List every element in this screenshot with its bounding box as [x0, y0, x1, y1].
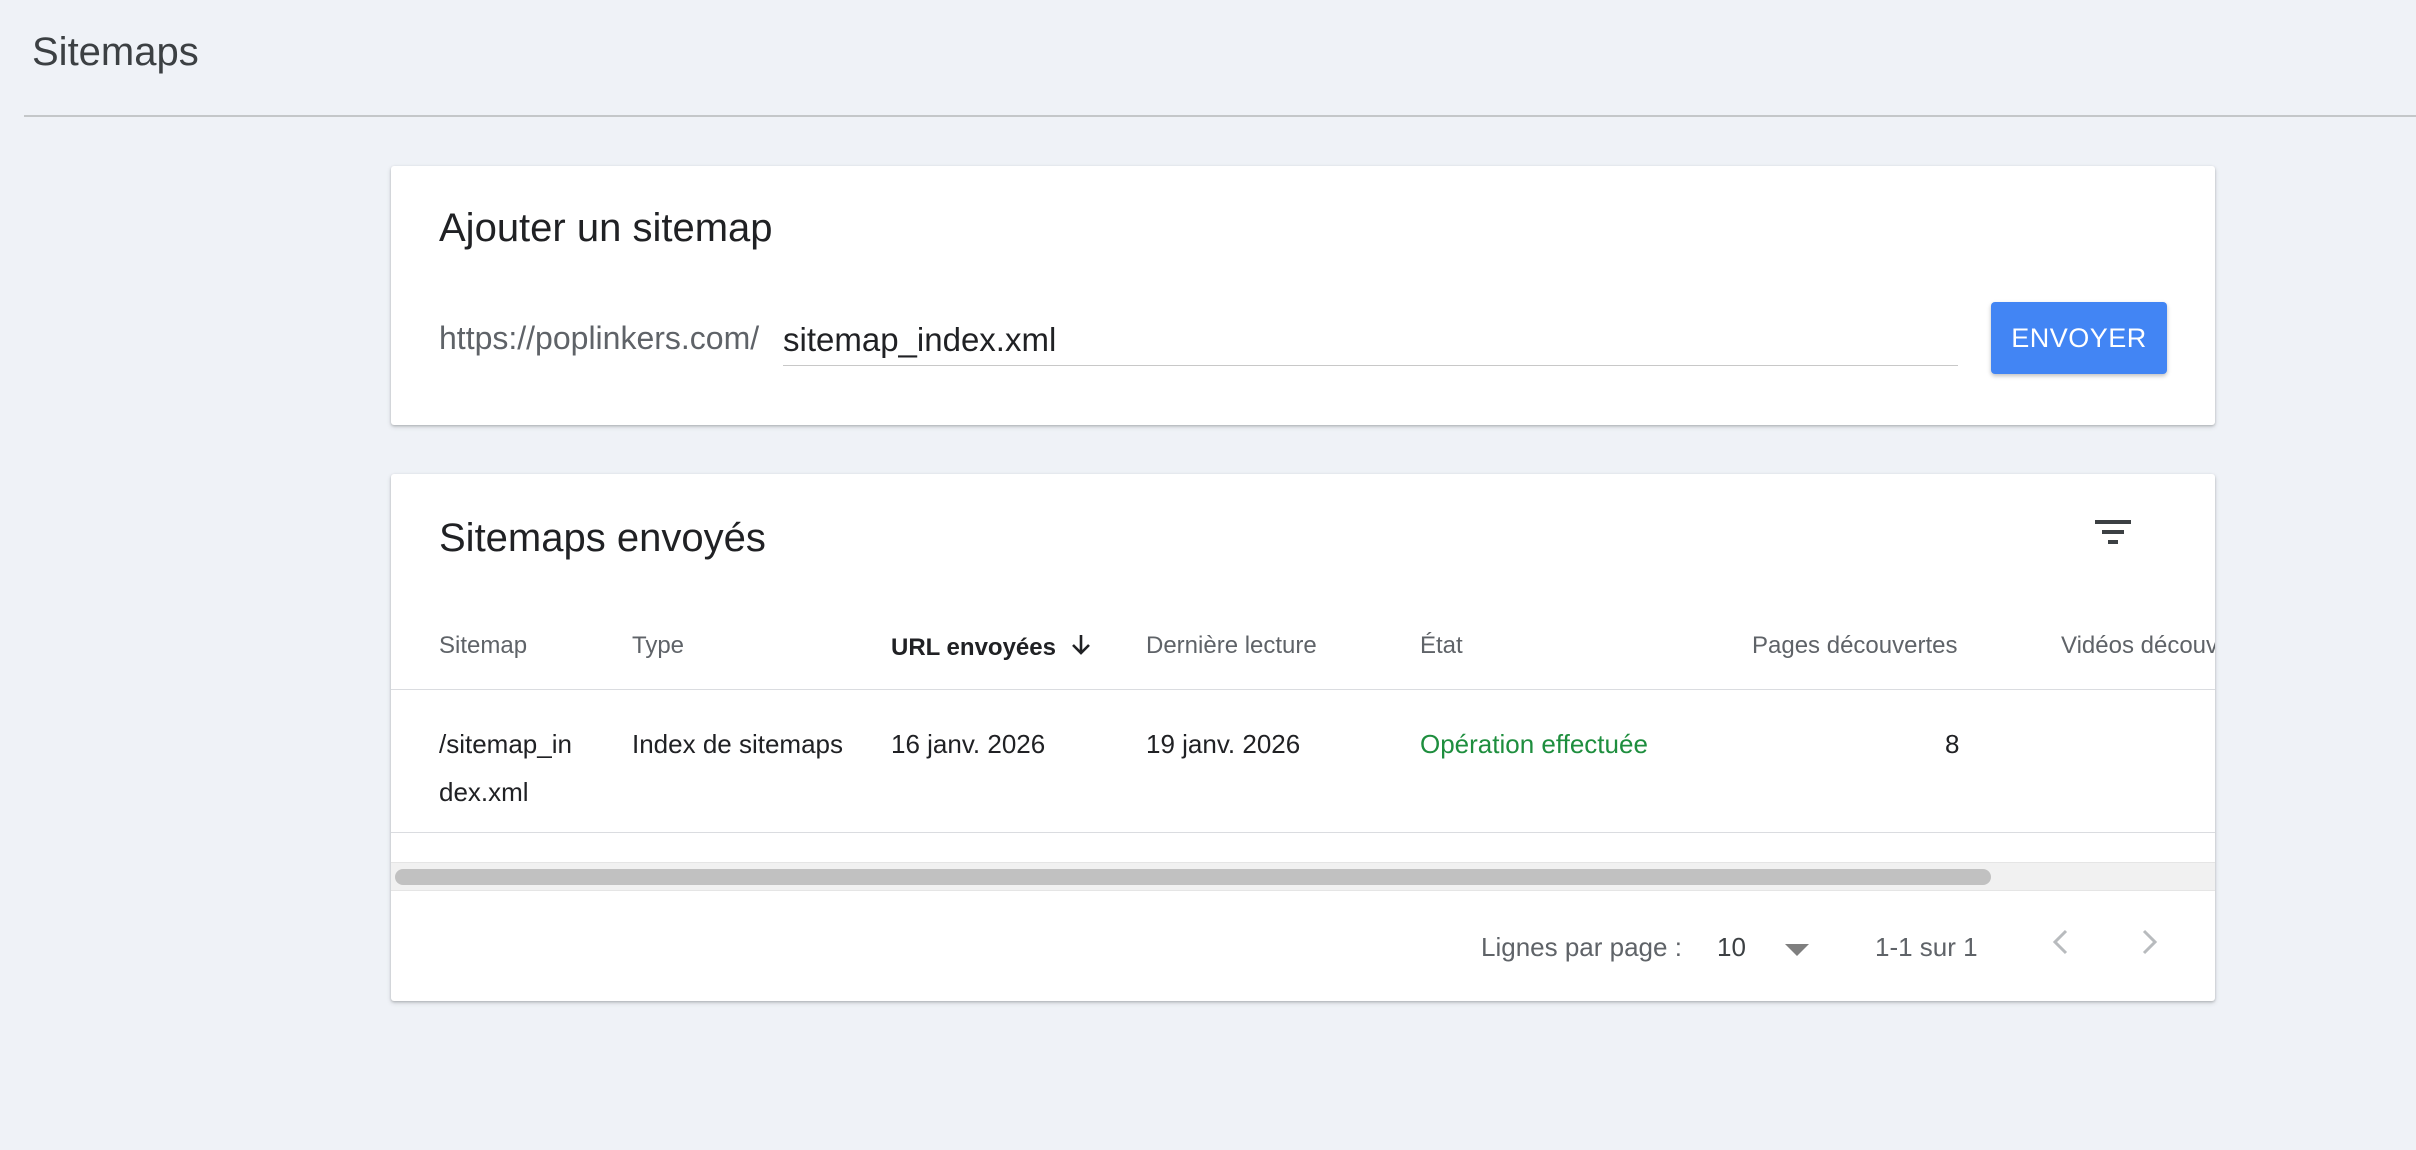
add-sitemap-card: Ajouter un sitemap https://poplinkers.co…	[391, 166, 2215, 425]
chevron-right-icon	[2142, 929, 2158, 955]
previous-page-button[interactable]	[2037, 918, 2085, 966]
column-header-submitted-label: URL envoyées	[891, 633, 1056, 661]
table-row[interactable]: /sitemap_in dex.xml Index de sitemaps 16…	[391, 690, 2215, 833]
submitted-sitemaps-title: Sitemaps envoyés	[439, 516, 766, 560]
cell-sitemap-line1: /sitemap_in	[439, 729, 572, 759]
column-header-sitemap[interactable]: Sitemap	[439, 632, 527, 660]
cell-submitted: 16 janv. 2026	[891, 729, 1046, 759]
rows-per-page-value: 10	[1717, 932, 1746, 962]
column-header-type[interactable]: Type	[632, 632, 684, 660]
next-page-button[interactable]	[2125, 918, 2173, 966]
cell-status: Opération effectuée	[1420, 729, 1648, 759]
cell-pages-discovered: 8	[1945, 729, 1960, 759]
cell-type: Index de sitemaps	[632, 729, 844, 759]
sitemap-url-input[interactable]	[783, 314, 1958, 366]
chevron-left-icon	[2052, 929, 2068, 955]
filter-list-icon	[2095, 520, 2131, 544]
column-header-videos-discovered[interactable]: Vidéos découv	[2061, 632, 2215, 660]
column-header-pages-discovered[interactable]: Pages découvertes	[1752, 632, 1957, 660]
filter-button[interactable]	[2087, 508, 2139, 560]
url-prefix: https://poplinkers.com/	[439, 320, 760, 356]
page-title: Sitemaps	[32, 30, 199, 74]
cell-last-read: 19 janv. 2026	[1146, 729, 1301, 759]
add-sitemap-title: Ajouter un sitemap	[439, 206, 773, 250]
arrow-down-icon	[1068, 632, 1094, 665]
rows-per-page-select[interactable]: 10	[1717, 924, 1827, 970]
submit-sitemap-button[interactable]: ENVOYER	[1991, 302, 2167, 374]
horizontal-scrollbar[interactable]	[391, 862, 2215, 891]
page-range: 1-1 sur 1	[1875, 932, 1978, 962]
column-header-last-read[interactable]: Dernière lecture	[1146, 632, 1317, 660]
submitted-sitemaps-card: Sitemaps envoyés Sitemap Type URL envoyé…	[391, 474, 2215, 1001]
dropdown-arrow-icon	[1785, 944, 1809, 956]
table-header-row: Sitemap Type URL envoyées Dernière lectu…	[391, 632, 2215, 690]
rows-per-page-label: Lignes par page :	[1481, 932, 1682, 962]
column-header-submitted[interactable]: URL envoyées	[891, 632, 1094, 665]
scrollbar-thumb[interactable]	[395, 869, 1991, 885]
column-header-status[interactable]: État	[1420, 632, 1463, 660]
cell-sitemap-line2: dex.xml	[439, 777, 529, 807]
page-header: Sitemaps	[24, 0, 2416, 117]
cell-sitemap: /sitemap_in dex.xml	[439, 720, 589, 816]
